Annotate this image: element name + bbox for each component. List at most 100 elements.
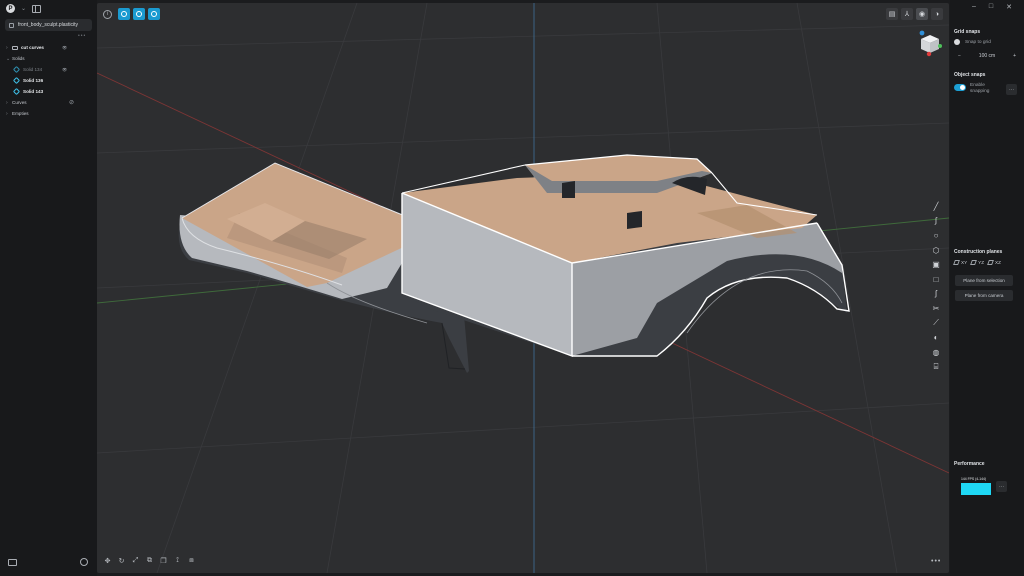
enable-snapping-toggle[interactable] bbox=[954, 84, 966, 91]
object-snaps-more-button[interactable]: ··· bbox=[1006, 84, 1017, 95]
trim-tool-icon[interactable]: ✂ bbox=[929, 301, 943, 316]
tree-item-solid-136[interactable]: Solid 136 bbox=[6, 75, 94, 86]
viewport-top-right-toolbar: ▤ ⅄ ◉ ◑ bbox=[886, 8, 943, 20]
view-cube[interactable] bbox=[917, 29, 943, 57]
grid-size-stepper[interactable]: − 100 cm + bbox=[954, 51, 1020, 61]
rotate-tool-icon[interactable]: ↻ bbox=[117, 556, 126, 565]
properties-panel: – □ ✕ Grid snaps Snap to grid − 100 cm +… bbox=[950, 0, 1024, 576]
construction-plane-buttons: XY YZ XZ bbox=[953, 260, 1001, 265]
spiral-tool-icon[interactable]: ʃ bbox=[929, 287, 943, 302]
render-mode-button[interactable] bbox=[118, 8, 130, 20]
viewport-scene[interactable] bbox=[97, 3, 949, 573]
plane-from-camera-button[interactable]: Plane from camera bbox=[955, 290, 1013, 301]
enable-snapping-label: Enable snapping bbox=[970, 83, 990, 94]
solid-cab[interactable] bbox=[401, 154, 850, 358]
outliner-tree: › cut curves 👁 ⌄ Solids Solid 134 👁 Soli… bbox=[6, 42, 94, 119]
construction-planes-title: Construction planes bbox=[954, 249, 1003, 255]
polygon-tool-icon[interactable]: ⬡ bbox=[929, 243, 943, 258]
solid-icon bbox=[12, 87, 21, 96]
minimize-icon[interactable]: – bbox=[972, 3, 976, 11]
tree-item-solid-134[interactable]: Solid 134 👁 bbox=[6, 64, 94, 75]
3d-viewport[interactable]: i ▤ ⅄ ◉ ◑ ╱ ∫ ○ ⬡ ▣ □ ʃ ✂ ⟋ ◐ ◍ ⌸ ✥ ↻ ⤢ … bbox=[97, 3, 949, 573]
tree-item-label: Solid 136 bbox=[23, 78, 44, 83]
increment-button[interactable]: + bbox=[1013, 53, 1016, 59]
shell-tool-icon[interactable]: ◐ bbox=[929, 330, 943, 345]
material-view-icon[interactable]: ◑ bbox=[931, 8, 943, 20]
sphere-tool-icon[interactable]: ◍ bbox=[929, 345, 943, 360]
enable-snapping-option[interactable]: Enable snapping bbox=[954, 83, 996, 95]
hidden-icon[interactable]: ⊘ bbox=[69, 99, 74, 106]
window-controls: – □ ✕ bbox=[972, 3, 1012, 11]
overlay-button[interactable] bbox=[148, 8, 160, 20]
plane-label: XY bbox=[961, 260, 968, 265]
xray-button[interactable] bbox=[133, 8, 145, 20]
app-logo[interactable]: P bbox=[6, 4, 15, 13]
curve-tool-icon[interactable]: ∫ bbox=[929, 214, 943, 229]
solid-icon bbox=[12, 65, 21, 74]
visibility-icon[interactable]: 👁 bbox=[62, 67, 67, 72]
wireframe-view-icon[interactable]: ▤ bbox=[886, 8, 898, 20]
plane-xz-button[interactable]: XZ bbox=[987, 260, 1001, 265]
tree-item-label: cut curves bbox=[21, 45, 44, 50]
plane-from-selection-button[interactable]: Plane from selection bbox=[955, 275, 1013, 286]
tree-section-solids[interactable]: ⌄ Solids bbox=[6, 53, 94, 64]
viewport-more-icon[interactable]: ••• bbox=[931, 558, 941, 565]
axes-view-icon[interactable]: ⅄ bbox=[901, 8, 913, 20]
mirror-tool-icon[interactable]: ⟟ bbox=[173, 556, 182, 565]
folder-icon bbox=[12, 45, 18, 50]
grid-size-value[interactable]: 100 cm bbox=[979, 53, 995, 59]
decrement-button[interactable]: − bbox=[958, 53, 961, 59]
visibility-icon[interactable]: 👁 bbox=[62, 45, 67, 50]
cylinder-tool-icon[interactable]: ⌸ bbox=[929, 360, 943, 375]
plane-xy-button[interactable]: XY bbox=[953, 260, 968, 265]
plane-yz-button[interactable]: YZ bbox=[970, 260, 985, 265]
object-snaps-title: Object snaps bbox=[954, 72, 986, 78]
tree-group-cut-curves[interactable]: › cut curves 👁 bbox=[6, 42, 94, 53]
app-header: P ⌄ bbox=[6, 4, 42, 13]
duplicate-tool-icon[interactable]: ❐ bbox=[159, 556, 168, 565]
tree-item-label: Solid 143 bbox=[23, 89, 44, 94]
box-tool-icon[interactable]: ▣ bbox=[929, 257, 943, 272]
grid-snaps-title: Grid snaps bbox=[954, 29, 981, 35]
plane-icon bbox=[953, 260, 960, 265]
chevron-down-icon[interactable]: ⌄ bbox=[21, 5, 26, 12]
plane-icon bbox=[970, 260, 978, 265]
more-options-icon[interactable]: ••• bbox=[78, 33, 86, 39]
file-tab[interactable]: front_body_sculpt.plasticity bbox=[5, 19, 92, 31]
fps-readout: 144 FPS (4-144) bbox=[961, 477, 987, 481]
search-icon[interactable] bbox=[80, 558, 88, 566]
info-icon[interactable]: i bbox=[103, 9, 112, 19]
performance-title: Performance bbox=[954, 461, 985, 467]
file-icon bbox=[9, 22, 14, 28]
boolean-tool-icon[interactable]: ⧉ bbox=[145, 556, 154, 565]
layers-icon[interactable] bbox=[8, 559, 17, 566]
tree-item-solid-143[interactable]: Solid 143 bbox=[6, 86, 94, 97]
tree-section-label: Empties bbox=[12, 111, 29, 116]
scale-tool-icon[interactable]: ⤢ bbox=[131, 556, 140, 565]
modeling-toolbar: ╱ ∫ ○ ⬡ ▣ □ ʃ ✂ ⟋ ◐ ◍ ⌸ bbox=[929, 199, 943, 374]
tree-section-label: Solids bbox=[12, 56, 25, 61]
outliner-panel: P ⌄ front_body_sculpt.plasticity ••• › c… bbox=[0, 0, 97, 576]
move-tool-icon[interactable]: ✥ bbox=[103, 556, 112, 565]
maximize-icon[interactable]: □ bbox=[989, 3, 993, 11]
circle-tool-icon[interactable]: ○ bbox=[929, 228, 943, 243]
array-tool-icon[interactable]: ⧈ bbox=[187, 556, 196, 565]
rectangle-tool-icon[interactable]: □ bbox=[929, 272, 943, 287]
sidebar-toggle-icon[interactable] bbox=[32, 4, 42, 13]
performance-more-button[interactable]: ··· bbox=[996, 481, 1007, 492]
solid-icon bbox=[12, 76, 21, 85]
close-icon[interactable]: ✕ bbox=[1006, 3, 1012, 11]
shaded-view-icon[interactable]: ◉ bbox=[916, 8, 928, 20]
tree-section-empties[interactable]: › Empties bbox=[6, 108, 94, 119]
plane-label: YZ bbox=[978, 260, 985, 265]
transform-toolbar: ✥ ↻ ⤢ ⧉ ❐ ⟟ ⧈ bbox=[103, 556, 196, 565]
snap-to-grid-option[interactable]: Snap to grid bbox=[954, 39, 991, 45]
snap-to-grid-radio[interactable] bbox=[954, 39, 960, 45]
tree-section-label: Curves bbox=[12, 100, 27, 105]
line-tool-icon[interactable]: ╱ bbox=[929, 199, 943, 214]
file-tab-label: front_body_sculpt.plasticity bbox=[18, 22, 79, 28]
cut-tool-icon[interactable]: ⟋ bbox=[929, 316, 943, 331]
tree-section-curves[interactable]: › Curves ⊘ bbox=[6, 97, 94, 108]
viewport-top-left-toolbar: i bbox=[103, 8, 160, 20]
plane-icon bbox=[987, 260, 994, 265]
